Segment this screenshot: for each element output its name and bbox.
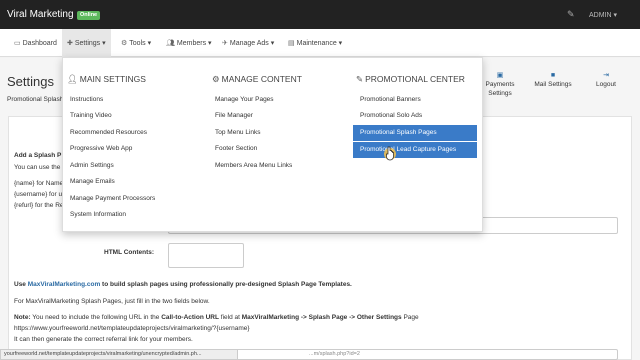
menu-file-manager[interactable]: File Manager [215, 112, 253, 119]
status-badge: Online [77, 11, 101, 20]
menu-top-menu-links[interactable]: Top Menu Links [215, 129, 261, 136]
note-label: Note: [14, 314, 31, 321]
wrench-icon[interactable]: ✎ [567, 9, 575, 20]
maxviral-link[interactable]: MaxViralMarketing.com [28, 281, 101, 288]
menu-recommended-resources[interactable]: Recommended Resources [70, 129, 147, 136]
users-icon: 👥︎ [166, 40, 175, 47]
menu-training-video[interactable]: Training Video [70, 112, 112, 119]
menu-admin-settings[interactable]: Admin Settings [70, 162, 114, 169]
tag-name: {name} for Name [14, 180, 64, 187]
note-part-3: Page [401, 314, 419, 321]
payments-settings-button[interactable]: ▣ Payments Settings [478, 72, 522, 98]
mail-settings-label: Mail Settings [534, 81, 572, 88]
nav-manage-ads-label: Manage Ads ▾ [229, 40, 275, 47]
logout-icon: ⇥ [603, 72, 609, 79]
ads-icon: ✈ [222, 40, 228, 47]
main-settings-heading: 👤︎ MAIN SETTINGS [67, 74, 146, 85]
maintenance-icon: ▤ [288, 40, 295, 47]
tag-refurl: {refurl} for the Re [14, 202, 64, 209]
nav-tools-label: Tools ▾ [129, 40, 152, 47]
nav-maintenance-label: Maintenance ▾ [296, 40, 343, 47]
menu-progressive-web-app[interactable]: Progressive Web App [70, 145, 132, 152]
gear-icon: ⚙ [212, 74, 220, 84]
html-contents-label: HTML Contents: [104, 249, 155, 256]
manage-content-heading: ⚙ MANAGE CONTENT [212, 74, 302, 85]
use-suffix: to build splash pages using professional… [100, 281, 352, 288]
html-contents-textarea[interactable] [168, 243, 244, 268]
nav-settings-label: Settings ▾ [74, 40, 106, 47]
menu-footer-section[interactable]: Footer Section [215, 145, 257, 152]
intro-text: You can use the [14, 164, 61, 171]
nav-tools[interactable]: ⚙ Tools ▾ [121, 39, 151, 47]
use-prefix: Use [14, 281, 28, 288]
menu-instructions[interactable]: Instructions [70, 96, 103, 103]
settings-dropdown: 👤︎ MAIN SETTINGS ⚙ MANAGE CONTENT ✎ PROMOTI… [62, 57, 483, 232]
nav-settings[interactable]: ✚ Settings ▾ [62, 29, 111, 57]
menu-manage-payment-processors[interactable]: Manage Payment Processors [70, 195, 155, 202]
brand-name[interactable]: Viral Marketing [7, 9, 74, 20]
payments-icon: ▣ [496, 72, 504, 79]
dashboard-icon: ▭ [14, 40, 21, 47]
mail-settings-button[interactable]: ■ Mail Settings [531, 72, 575, 89]
user-menu[interactable]: ADMIN ▾ [589, 11, 617, 19]
nav-maintenance[interactable]: ▤ Maintenance ▾ [288, 39, 342, 47]
person-icon: 👤︎ [67, 74, 78, 84]
mail-icon: ■ [550, 72, 556, 79]
payments-settings-label: Payments Settings [485, 81, 515, 97]
promotional-center-heading-label: PROMOTIONAL CENTER [365, 74, 465, 84]
note-text: Note: You need to include the following … [14, 314, 419, 321]
menu-system-information[interactable]: System Information [70, 211, 126, 218]
menu-promotional-lead-capture-pages[interactable]: Promotional Lead Capture Pages [353, 142, 477, 158]
top-bar: Viral Marketing Online ✎ ADMIN ▾ [0, 0, 640, 29]
nav-dashboard-label: Dashboard [22, 40, 57, 47]
settings-icon: ✚ [67, 40, 73, 47]
breadcrumb: Promotional Splash [7, 96, 64, 103]
tag-username: {username} for u [14, 191, 63, 198]
note-cta: Call-to-Action URL [161, 314, 219, 321]
page-title: Settings [7, 74, 54, 89]
main-settings-heading-label: MAIN SETTINGS [79, 74, 146, 84]
hand-cursor-icon [384, 146, 396, 161]
wrench-icon: ✎ [356, 74, 364, 84]
fill-note-text: For MaxViralMarketing Splash Pages, just… [14, 298, 210, 305]
manage-content-heading-label: MANAGE CONTENT [221, 74, 302, 84]
use-maxviral-text: Use MaxViralMarketing.com to build splas… [14, 281, 352, 288]
menu-promotional-solo-ads[interactable]: Promotional Solo Ads [360, 112, 422, 119]
main-nav: ▭ Dashboard ✚ Settings ▾ ⚙ Tools ▾ 👥︎ Member… [0, 29, 640, 57]
menu-promotional-banners[interactable]: Promotional Banners [360, 96, 421, 103]
browser-status-url: yourfreeworld.net/templateupdateprojects… [0, 349, 238, 360]
promotional-center-heading: ✎ PROMOTIONAL CENTER [356, 74, 465, 85]
menu-members-area-menu-links[interactable]: Members Area Menu Links [215, 162, 292, 169]
note-part-2: field at [218, 314, 242, 321]
logout-label: Logout [596, 81, 616, 88]
nav-members[interactable]: 👥︎ Members ▾ [166, 39, 212, 47]
note-part-1: You need to include the following URL in… [30, 314, 162, 321]
menu-manage-emails[interactable]: Manage Emails [70, 178, 115, 185]
note-path: MaxViralMarketing -> Splash Page -> Othe… [241, 314, 402, 321]
nav-members-label: Members ▾ [176, 40, 212, 47]
add-splash-heading: Add a Splash P [14, 152, 62, 159]
gear-icon: ⚙ [121, 40, 128, 47]
menu-manage-your-pages[interactable]: Manage Your Pages [215, 96, 274, 103]
nav-manage-ads[interactable]: ✈ Manage Ads ▾ [222, 39, 274, 47]
logout-button[interactable]: ⇥ Logout [584, 72, 628, 89]
nav-dashboard[interactable]: ▭ Dashboard [14, 39, 57, 47]
note-final: It can then generate the correct referra… [14, 336, 193, 343]
menu-promotional-splash-pages[interactable]: Promotional Splash Pages [353, 125, 477, 141]
note-url: https://www.yourfreeworld.net/templateup… [14, 325, 250, 332]
splash-url-value: ...m/splash.php?id=2 [309, 351, 360, 357]
